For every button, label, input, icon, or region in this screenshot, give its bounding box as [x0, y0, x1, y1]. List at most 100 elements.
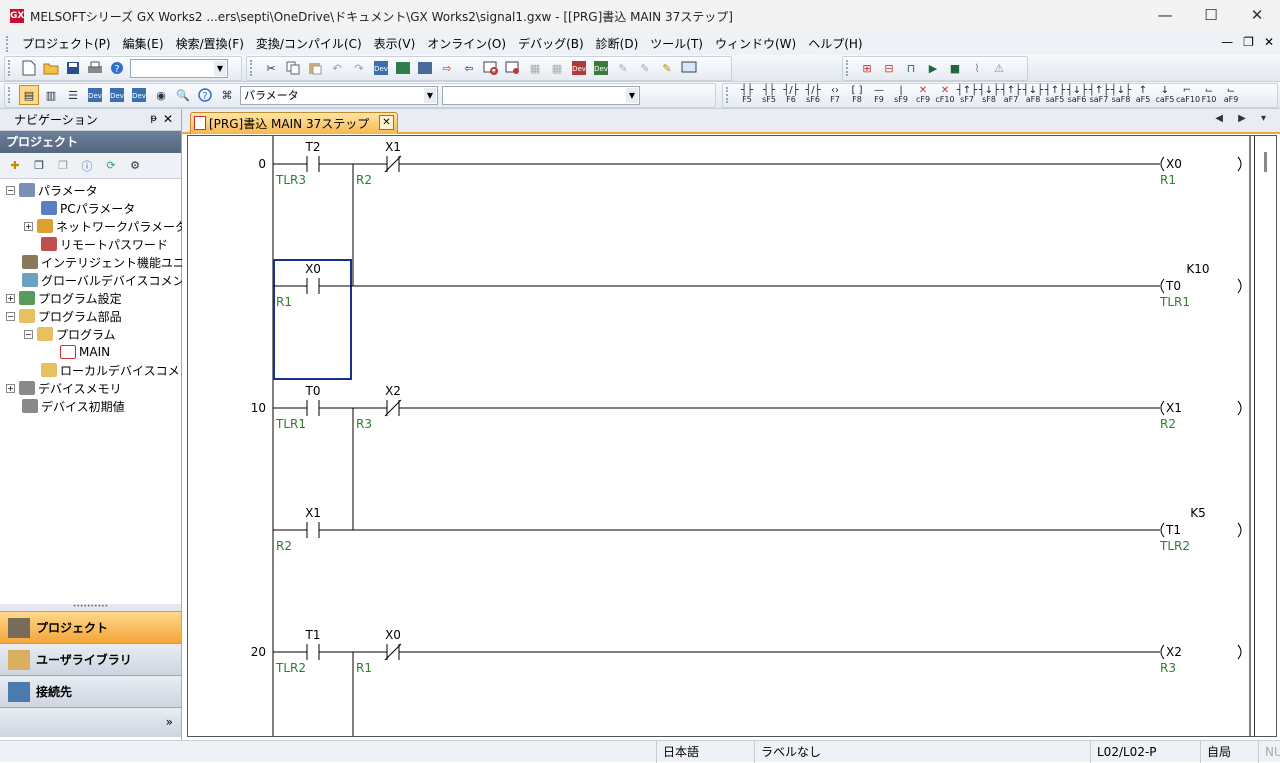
- transfer-right-icon[interactable]: ⇨: [437, 58, 457, 78]
- neg-falling-symbol[interactable]: ┤↓├ saF6: [1066, 86, 1088, 105]
- menu-convert-compile[interactable]: 変換/コンパイル(C): [250, 35, 368, 52]
- delete-vertical-symbol[interactable]: ✕ cF10: [934, 86, 956, 105]
- tree-node-program[interactable]: − プログラム: [24, 325, 116, 343]
- pin-icon[interactable]: ᵽ: [150, 113, 157, 124]
- line-delete-symbol[interactable]: ⌙ aF9: [1220, 86, 1242, 105]
- list-view-icon[interactable]: ☰: [63, 85, 83, 105]
- expand-icon[interactable]: +: [24, 221, 33, 231]
- comment-icon[interactable]: ✎: [613, 58, 633, 78]
- toolbar-grip[interactable]: [250, 60, 254, 76]
- close-button[interactable]: ✕: [1234, 0, 1280, 32]
- ladder-diagram[interactable]: 0 T2 TLR3 X1 R2 X0 R1 X0 R1 T0 TLR1 K10 10 T0 TLR1 X2 R3…: [188, 136, 1256, 736]
- pulse-fall-symbol[interactable]: ↓ caF5: [1154, 86, 1176, 105]
- menu-project[interactable]: プロジェクト(P): [16, 35, 117, 52]
- simulation-start-icon[interactable]: ▶: [923, 58, 943, 78]
- undo-icon[interactable]: ↶: [327, 58, 347, 78]
- display-icon[interactable]: [679, 58, 699, 78]
- write-to-plc-icon[interactable]: [393, 58, 413, 78]
- tree-node-network-parameter[interactable]: + ネットワークパラメータ: [24, 217, 187, 235]
- menu-online[interactable]: オンライン(O): [421, 35, 512, 52]
- maximize-button[interactable]: ☐: [1188, 0, 1234, 32]
- paste-icon[interactable]: [305, 58, 325, 78]
- tree-node-pc-parameter[interactable]: PCパラメータ: [41, 199, 135, 217]
- mdi-close-button[interactable]: ✕: [1264, 35, 1274, 49]
- cut-icon[interactable]: ✂: [261, 58, 281, 78]
- toolbar-grip[interactable]: [846, 60, 850, 76]
- falling-edge-symbol[interactable]: ┤↓├ sF8: [978, 86, 1000, 105]
- sampling-trace-icon[interactable]: ⌇: [967, 58, 987, 78]
- pane-splitter[interactable]: ••••••••••: [0, 604, 181, 611]
- no-contact-or-symbol[interactable]: ┤├ sF5: [758, 86, 780, 105]
- chevron-down-icon[interactable]: ▼: [626, 87, 638, 103]
- watch-icon[interactable]: ▦: [547, 58, 567, 78]
- read-from-plc-icon[interactable]: [415, 58, 435, 78]
- eye-icon[interactable]: ◉: [151, 85, 171, 105]
- toolbar-grip[interactable]: [726, 87, 730, 103]
- tree-node-intelligent-unit[interactable]: インテリジェント機能ユニット: [22, 253, 209, 271]
- parameter-combo[interactable]: パラメータ ▼: [240, 85, 438, 105]
- open-folder-icon[interactable]: [41, 58, 61, 78]
- toolbar-combo[interactable]: ▼: [130, 58, 228, 78]
- refresh-icon[interactable]: ⟳: [101, 156, 121, 176]
- menu-window[interactable]: ウィンドウ(W): [709, 35, 802, 52]
- save-icon[interactable]: [63, 58, 83, 78]
- copy-data-icon[interactable]: ❐: [29, 156, 49, 176]
- tree-node-remote-password[interactable]: リモートパスワード: [41, 235, 168, 253]
- copy-icon[interactable]: [283, 58, 303, 78]
- tree-node-program-parts[interactable]: − プログラム部品: [6, 307, 122, 325]
- expand-icon[interactable]: +: [6, 383, 15, 393]
- warning-icon[interactable]: ⚠: [989, 58, 1009, 78]
- project-view-icon[interactable]: ▤: [19, 85, 39, 105]
- pulse-rise-symbol[interactable]: ↑ aF5: [1132, 86, 1154, 105]
- falling-edge-or-symbol[interactable]: ┤↓├ aF8: [1022, 86, 1044, 105]
- tree-node-device-init[interactable]: デバイス初期値: [22, 397, 125, 415]
- binoculars-icon[interactable]: ⌘: [217, 85, 237, 105]
- tree-node-device-memory[interactable]: + デバイスメモリ: [6, 379, 122, 397]
- chevron-down-icon[interactable]: ▼: [214, 60, 226, 76]
- collapse-icon[interactable]: −: [6, 311, 15, 321]
- batch-monitor-icon[interactable]: ▦: [525, 58, 545, 78]
- more-button[interactable]: »: [0, 707, 181, 737]
- rising-edge-or-symbol[interactable]: ┤↑├ aF7: [1000, 86, 1022, 105]
- invert-symbol[interactable]: ⌐ caF10: [1176, 86, 1200, 105]
- nc-contact-or-symbol[interactable]: ┤/├ sF6: [802, 86, 824, 105]
- expand-icon[interactable]: +: [6, 293, 15, 303]
- collapse-icon[interactable]: −: [24, 329, 33, 339]
- module-icon[interactable]: ▥: [41, 85, 61, 105]
- new-file-icon[interactable]: [19, 58, 39, 78]
- note-icon[interactable]: ✎: [657, 58, 677, 78]
- monitor-stop-icon[interactable]: [503, 58, 523, 78]
- nav-tab-connection[interactable]: 接続先: [0, 675, 181, 707]
- tree-node-program-setting[interactable]: + プログラム設定: [6, 289, 122, 307]
- print-icon[interactable]: [85, 58, 105, 78]
- delete-row-icon[interactable]: ⊟: [879, 58, 899, 78]
- tree-node-local-comment[interactable]: ローカルデバイスコメント: [41, 361, 204, 379]
- delete-horizontal-symbol[interactable]: ✕ cF9: [912, 86, 934, 105]
- menu-debug[interactable]: デバッグ(B): [512, 35, 590, 52]
- new-data-icon[interactable]: ✚: [5, 156, 25, 176]
- help-icon[interactable]: ?: [195, 85, 215, 105]
- neg-rising-symbol[interactable]: ┤↑├ saF5: [1044, 86, 1066, 105]
- nc-contact-symbol[interactable]: ┤/├ F6: [780, 86, 802, 105]
- menu-diagnostics[interactable]: 診断(D): [590, 35, 645, 52]
- tree-node-parameter[interactable]: − パラメータ: [6, 181, 98, 199]
- menu-help[interactable]: ヘルプ(H): [802, 35, 868, 52]
- no-contact-symbol[interactable]: ┤├ F5: [736, 86, 758, 105]
- help-icon[interactable]: ?: [107, 58, 127, 78]
- neg-rising-or-symbol[interactable]: ┤↑├ saF7: [1088, 86, 1110, 105]
- tree-node-main[interactable]: MAIN: [60, 343, 110, 361]
- horizontal-line-symbol[interactable]: — F9: [868, 86, 890, 105]
- statement-icon[interactable]: ✎: [635, 58, 655, 78]
- device-test-icon[interactable]: Dev: [569, 58, 589, 78]
- paste-data-icon[interactable]: ❐: [53, 156, 73, 176]
- device-init-icon[interactable]: Dev: [129, 85, 149, 105]
- line-input-symbol[interactable]: ⌙ F10: [1198, 86, 1220, 105]
- transfer-left-icon[interactable]: ⇦: [459, 58, 479, 78]
- tree-node-global-comment[interactable]: グローバルデバイスコメント: [22, 271, 197, 289]
- rising-edge-symbol[interactable]: ┤↑├ sF7: [956, 86, 978, 105]
- minimize-button[interactable]: —: [1142, 0, 1188, 32]
- instruction-symbol[interactable]: [ ] F8: [846, 86, 868, 105]
- simulation-stop-icon[interactable]: ■: [945, 58, 965, 78]
- scroll-thumb[interactable]: [1264, 152, 1267, 172]
- close-tab-button[interactable]: ✕: [379, 115, 394, 130]
